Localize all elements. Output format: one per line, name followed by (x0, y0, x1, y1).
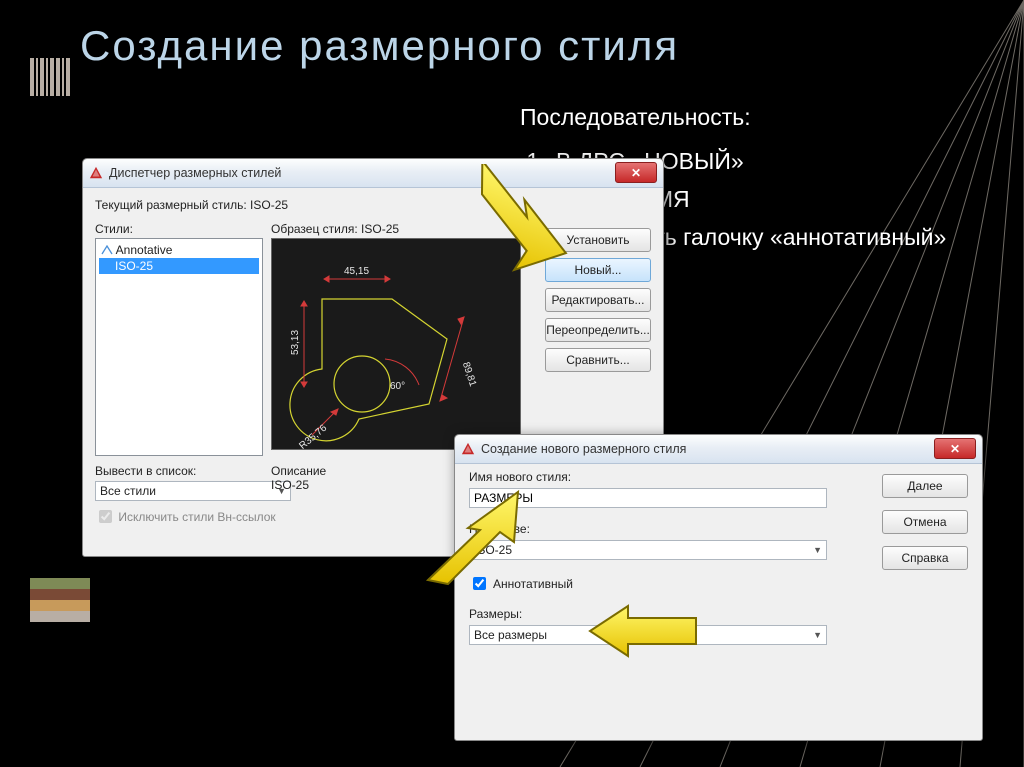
annotative-icon (101, 245, 113, 255)
styles-label: Стили: (95, 222, 133, 236)
style-item-label: Annotative (116, 243, 173, 257)
dialog-title: Создание нового размерного стиля (481, 442, 686, 456)
use-for-label: Размеры: (469, 607, 522, 621)
instructions-heading: Последовательность: (520, 98, 1000, 136)
chevron-down-icon: ▼ (813, 630, 822, 640)
continue-button[interactable]: Далее (882, 474, 968, 498)
slide-title: Создание размерного стиля (80, 22, 679, 70)
barcode-decoration (30, 58, 70, 96)
help-button[interactable]: Справка (882, 546, 968, 570)
chevron-down-icon: ▼ (813, 545, 822, 555)
color-strip-decoration (30, 578, 90, 622)
svg-text:45,15: 45,15 (344, 266, 369, 277)
base-style-value: ISO-25 (474, 543, 512, 557)
set-current-button[interactable]: Установить (545, 228, 651, 252)
list-label: Вывести в список: (95, 464, 295, 478)
new-button[interactable]: Новый... (545, 258, 651, 282)
annotative-label: Аннотативный (493, 577, 573, 591)
style-item-annotative[interactable]: Annotative (99, 242, 259, 258)
use-for-value: Все размеры (474, 628, 547, 642)
style-preview: 45,15 53,13 89,81 60° R35,76 (271, 238, 521, 450)
style-item-label: ISO-25 (101, 259, 153, 273)
close-button[interactable]: ✕ (934, 438, 976, 459)
close-button[interactable]: ✕ (615, 162, 657, 183)
dialog-titlebar[interactable]: Диспетчер размерных стилей ✕ (83, 159, 663, 188)
svg-text:60°: 60° (390, 381, 405, 392)
list-select[interactable]: Все стили ▼ (95, 481, 291, 501)
modify-button[interactable]: Редактировать... (545, 288, 651, 312)
dialog-titlebar[interactable]: Создание нового размерного стиля ✕ (455, 435, 982, 464)
autocad-icon (89, 166, 103, 180)
override-button[interactable]: Переопределить... (545, 318, 651, 342)
use-for-select[interactable]: Все размеры ▼ (469, 625, 827, 645)
create-new-dimstyle-dialog: Создание нового размерного стиля ✕ Имя н… (454, 434, 983, 741)
autocad-icon (461, 442, 475, 456)
annotative-checkbox[interactable]: Аннотативный (469, 574, 841, 593)
base-style-label: На основе: (469, 522, 530, 536)
compare-button[interactable]: Сравнить... (545, 348, 651, 372)
new-style-name-label: Имя нового стиля: (469, 470, 571, 484)
styles-listbox[interactable]: Annotative ISO-25 (95, 238, 263, 456)
dialog-title: Диспетчер размерных стилей (109, 166, 281, 180)
list-select-value: Все стили (100, 484, 156, 498)
svg-text:53,13: 53,13 (290, 330, 301, 355)
preview-label: Образец стиля: ISO-25 (271, 222, 399, 236)
exclude-xref-checkbox[interactable]: Исключить стили Вн-ссылок (95, 507, 295, 526)
style-item-iso25[interactable]: ISO-25 (99, 258, 259, 274)
base-style-select[interactable]: ISO-25 ▼ (469, 540, 827, 560)
cancel-button[interactable]: Отмена (882, 510, 968, 534)
current-style-label: Текущий размерный стиль: ISO-25 (95, 198, 651, 212)
svg-text:89,81: 89,81 (460, 361, 478, 389)
new-style-name-input[interactable] (469, 488, 827, 508)
svg-text:R35,76: R35,76 (297, 422, 329, 449)
